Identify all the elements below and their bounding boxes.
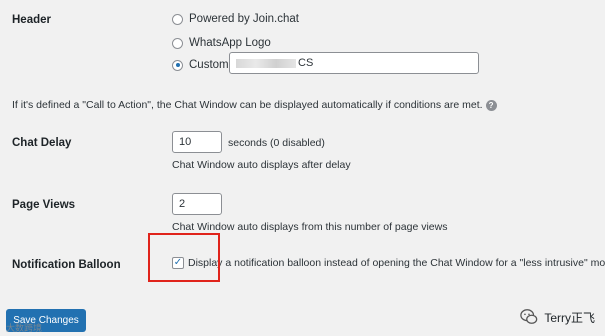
radio-button[interactable] xyxy=(172,13,183,25)
chat-delay-description: Chat Window auto displays after delay xyxy=(172,159,351,171)
page-views-input[interactable]: 2 xyxy=(172,193,222,215)
cta-note: If it's defined a "Call to Action", the … xyxy=(12,99,497,111)
radio-label: Custom: xyxy=(189,59,232,71)
radio-custom[interactable]: Custom: xyxy=(172,59,232,71)
custom-header-input[interactable]: CS xyxy=(229,52,479,74)
redacted-text xyxy=(236,58,296,68)
custom-header-value: CS xyxy=(298,57,314,69)
radio-whatsapp-logo[interactable]: WhatsApp Logo xyxy=(172,37,271,49)
page-views-value: 2 xyxy=(179,198,186,210)
notification-balloon-text: Display a notification balloon instead o… xyxy=(188,257,605,269)
watermark-left: 大数跨境 xyxy=(6,323,43,333)
radio-button-selected[interactable] xyxy=(172,59,183,71)
radio-button[interactable] xyxy=(172,37,183,49)
wechat-icon xyxy=(520,309,538,324)
notification-balloon-row[interactable]: ✓ Display a notification balloon instead… xyxy=(172,257,605,269)
page-views-description: Chat Window auto displays from this numb… xyxy=(172,221,448,233)
highlight-box xyxy=(148,233,220,282)
radio-label: Powered by Join.chat xyxy=(189,13,299,25)
chat-delay-label: Chat Delay xyxy=(12,137,72,149)
radio-label: WhatsApp Logo xyxy=(189,37,271,49)
header-label: Header xyxy=(12,14,51,26)
watermark-right: Terry正飞 xyxy=(520,308,595,326)
help-icon[interactable]: ? xyxy=(485,99,497,111)
notification-balloon-label: Notification Balloon xyxy=(12,259,121,271)
chat-delay-unit: seconds (0 disabled) xyxy=(228,137,325,149)
chat-delay-input[interactable]: 10 xyxy=(172,131,222,153)
radio-powered-by[interactable]: Powered by Join.chat xyxy=(172,13,299,25)
cta-note-text: If it's defined a "Call to Action", the … xyxy=(12,99,483,111)
watermark-right-text: Terry正飞 xyxy=(544,310,595,325)
page-views-label: Page Views xyxy=(12,199,76,211)
chat-delay-value: 10 xyxy=(179,136,192,148)
